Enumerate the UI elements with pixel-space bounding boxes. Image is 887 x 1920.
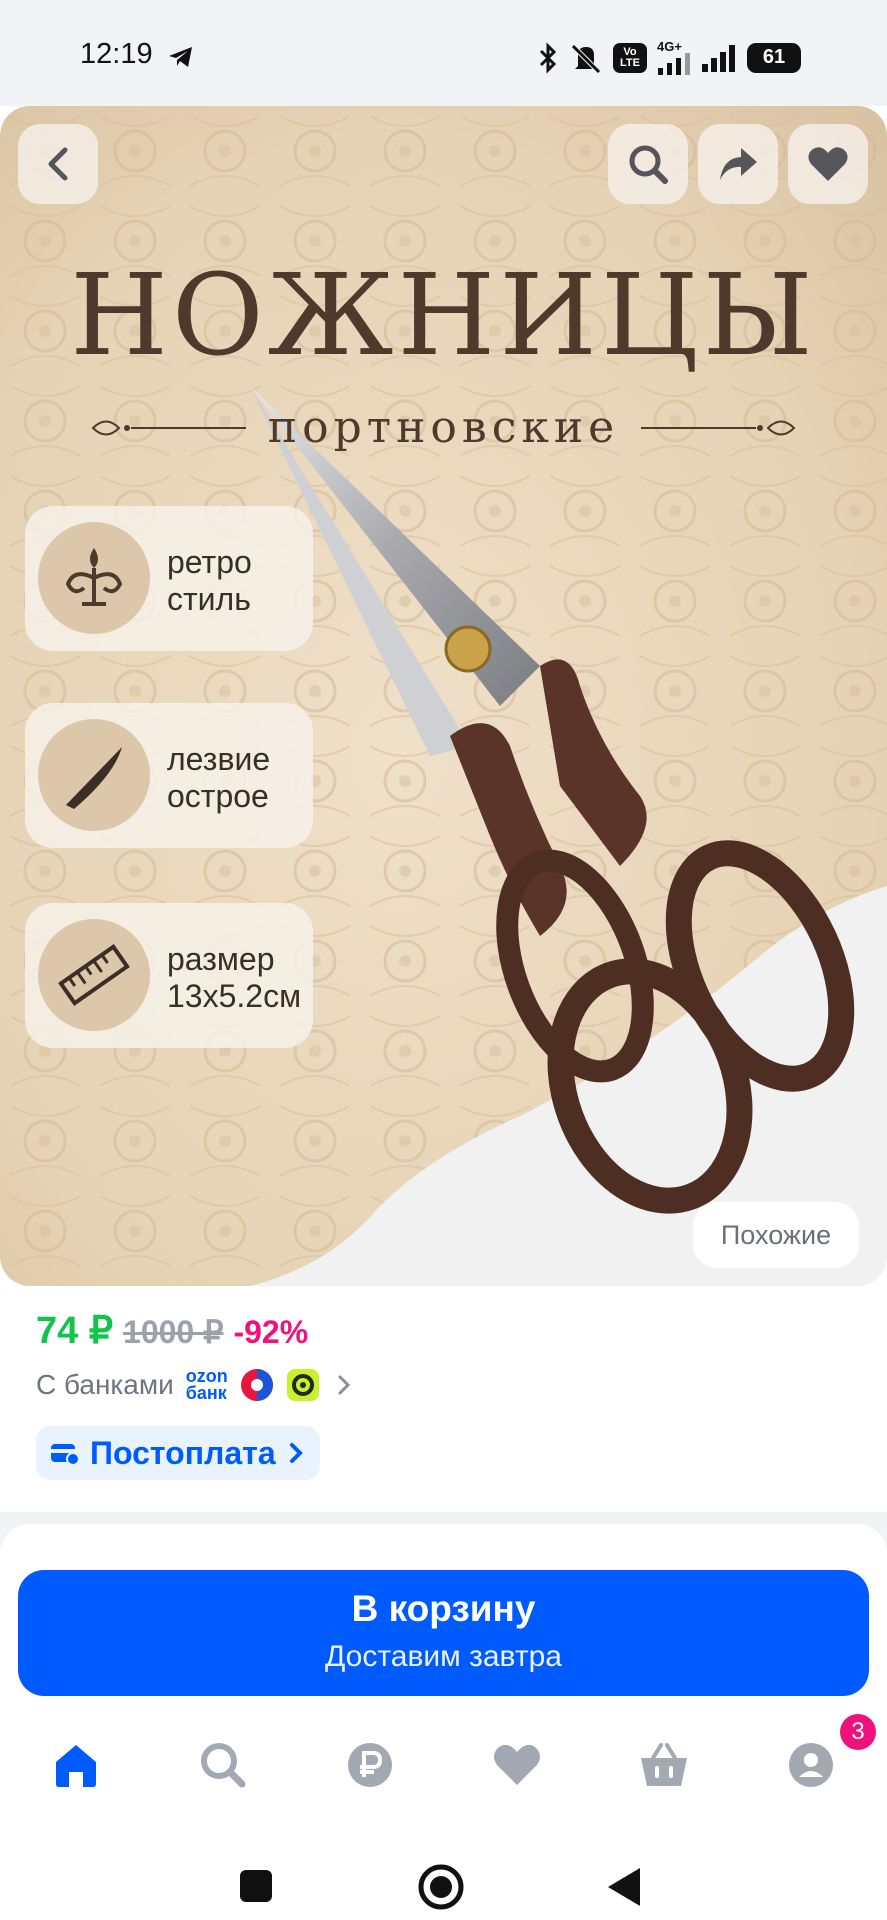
feature-line1: размер [167, 941, 275, 977]
price-card: 74 ₽ 1000 ₽ -92% С банками ozon банк Пос… [0, 1286, 887, 1512]
basket-icon [641, 1743, 687, 1786]
heart-icon [493, 1744, 541, 1785]
postpay-label: Постоплата [90, 1434, 276, 1471]
bank-offers[interactable]: С банками ozon банк [36, 1367, 356, 1403]
bank-logo-icon [240, 1369, 273, 1401]
share-button[interactable] [698, 124, 778, 204]
signal-icon [658, 53, 690, 75]
add-to-cart-label: В корзину [351, 1588, 536, 1629]
ruler-icon [38, 919, 150, 1031]
banks-label: С банками [36, 1369, 174, 1400]
nav-home[interactable] [46, 1735, 106, 1795]
chevron-left-icon [48, 147, 68, 181]
system-nav-bar [0, 1820, 887, 1920]
feature-text: лезвие острое [167, 741, 270, 815]
image-subtitle-row: портновские [0, 402, 887, 453]
sber-logo-icon [286, 1369, 319, 1401]
telegram-icon [169, 47, 192, 67]
feature-line2: острое [167, 778, 269, 814]
status-icons: Vo LTE 4G+ 61 [537, 40, 801, 75]
search-icon [629, 145, 668, 184]
wallet-clock-icon [51, 1444, 80, 1466]
nav-finance[interactable] [340, 1735, 400, 1795]
price-row: 74 ₽ 1000 ₽ -92% [36, 1308, 308, 1353]
status-bar: 12:19 Vo LTE 4G+ 61 [0, 0, 887, 106]
bottom-nav [0, 1705, 887, 1820]
feature-blade: лезвие острое [25, 703, 313, 848]
ornament-right-icon [641, 420, 796, 435]
price-current: 74 ₽ [36, 1310, 114, 1352]
product-image[interactable]: НОЖНИЦЫ портновские ретро стиль лезвие о… [0, 106, 887, 1286]
home-button-icon[interactable] [418, 1864, 464, 1910]
blade-icon [38, 719, 150, 831]
mute-icon [571, 43, 601, 74]
image-subtitle: портновские [267, 402, 620, 453]
feature-line2: стиль [167, 581, 251, 617]
recents-icon[interactable] [238, 1868, 274, 1904]
share-icon [720, 148, 757, 180]
signal-icon-2 [702, 44, 735, 72]
signal-4g: 4G+ [657, 40, 691, 75]
image-title: НОЖНИЦЫ [70, 251, 817, 381]
feature-line1: ретро [167, 544, 252, 580]
ornament-icon [38, 522, 150, 634]
search-icon [201, 1743, 246, 1788]
feature-line1: лезвие [167, 741, 271, 777]
nav-search[interactable] [193, 1735, 253, 1795]
profile-badge: 3 [840, 1714, 876, 1750]
cart-bar: В корзину Доставим завтра [0, 1555, 887, 1705]
ruble-icon [348, 1743, 392, 1787]
bluetooth-icon [539, 41, 557, 74]
add-to-cart-button[interactable]: В корзину Доставим завтра [18, 1570, 869, 1696]
favorite-button[interactable] [788, 124, 868, 204]
ozon-bank-line2: банк [185, 1383, 227, 1403]
nav-favorites[interactable] [487, 1735, 547, 1795]
similar-button[interactable]: Похожие [693, 1202, 859, 1268]
heart-icon [808, 147, 848, 181]
price-old: 1000 ₽ [123, 1314, 224, 1350]
price-discount: -92% [233, 1314, 309, 1350]
nav-cart[interactable] [634, 1735, 694, 1795]
battery-icon: 61 [747, 42, 801, 73]
feature-retro: ретро стиль [25, 506, 313, 651]
chevron-right-icon [289, 1443, 303, 1463]
delivery-label: Доставим завтра [325, 1640, 562, 1673]
feature-line2: 13x5.2см [167, 978, 302, 1014]
feature-text: размер 13x5.2см [167, 941, 301, 1015]
back-nav-icon[interactable] [606, 1866, 642, 1908]
feature-text: ретро стиль [167, 544, 252, 618]
search-button[interactable] [608, 124, 688, 204]
profile-icon [789, 1743, 833, 1787]
postpay-button[interactable]: Постоплата [36, 1426, 320, 1480]
ornament-left-icon [91, 420, 246, 435]
ozon-bank-logo: ozon банк [185, 1367, 228, 1403]
feature-size: размер 13x5.2см [25, 903, 313, 1048]
network-type: 4G+ [657, 39, 682, 54]
status-time: 12:19 [80, 38, 153, 70]
volte-icon: Vo LTE [613, 42, 647, 73]
home-icon [56, 1745, 96, 1787]
chevron-right-icon [338, 1375, 350, 1395]
back-button[interactable] [18, 124, 98, 204]
nav-profile[interactable] [781, 1735, 841, 1795]
